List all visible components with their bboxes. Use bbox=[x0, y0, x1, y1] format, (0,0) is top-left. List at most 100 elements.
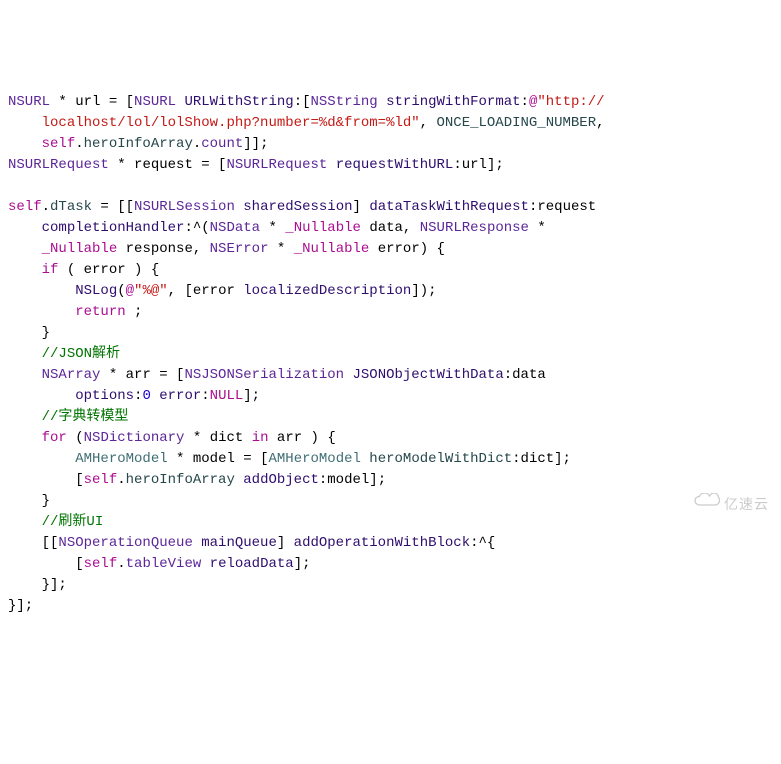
code-text: url = [ bbox=[75, 94, 134, 110]
code-method: addObject bbox=[235, 472, 319, 488]
code-indent bbox=[8, 409, 42, 425]
code-text: } bbox=[42, 493, 50, 509]
code-indent bbox=[8, 115, 42, 131]
code-text: arr ) { bbox=[269, 430, 336, 446]
code-comment: //字典转模型 bbox=[42, 409, 129, 425]
code-property: dTask bbox=[50, 199, 92, 215]
code-op: * bbox=[260, 220, 285, 236]
code-property: count bbox=[201, 136, 243, 152]
code-indent bbox=[8, 346, 42, 362]
code-null: NULL bbox=[210, 388, 244, 404]
code-indent bbox=[8, 388, 75, 404]
code-text: :[ bbox=[294, 94, 311, 110]
watermark: 亿速云 bbox=[674, 472, 769, 536]
code-method: requestWithURL bbox=[327, 157, 453, 173]
code-method: heroModelWithDict bbox=[361, 451, 512, 467]
code-nullable: _Nullable bbox=[42, 241, 118, 257]
code-self: self bbox=[84, 556, 118, 572]
code-type: NSError bbox=[210, 241, 269, 257]
cloud-icon bbox=[674, 472, 720, 536]
code-method: localizedDescription bbox=[243, 283, 411, 299]
code-indent bbox=[8, 451, 75, 467]
code-text: ( error ) { bbox=[58, 262, 159, 278]
code-text: dict bbox=[210, 430, 252, 446]
code-indent bbox=[8, 283, 75, 299]
code-method: mainQueue bbox=[193, 535, 277, 551]
code-type: NSDictionary bbox=[84, 430, 185, 446]
code-method: JSONObjectWithData bbox=[344, 367, 504, 383]
code-property: heroInfoArray bbox=[126, 472, 235, 488]
code-indent bbox=[8, 514, 42, 530]
code-text: : bbox=[504, 367, 512, 383]
code-self: self bbox=[42, 136, 76, 152]
code-indent bbox=[8, 241, 42, 257]
code-indent bbox=[8, 136, 42, 152]
code-text: ( bbox=[117, 283, 125, 299]
code-text: : bbox=[201, 388, 209, 404]
code-text: ] bbox=[353, 199, 370, 215]
code-text: , bbox=[420, 115, 437, 131]
code-text: [ bbox=[75, 472, 83, 488]
code-number: 0 bbox=[142, 388, 150, 404]
code-op: * bbox=[100, 367, 125, 383]
code-string: "http:// bbox=[537, 94, 604, 110]
code-text: :^( bbox=[184, 220, 209, 236]
code-type: NSArray bbox=[42, 367, 101, 383]
code-string: "%@" bbox=[134, 283, 168, 299]
code-type: NSURL bbox=[8, 94, 50, 110]
code-op: * bbox=[268, 241, 293, 257]
watermark-text: 亿速云 bbox=[724, 494, 769, 515]
code-type: AMHeroModel bbox=[75, 451, 167, 467]
code-type: NSURLRequest bbox=[8, 157, 109, 173]
code-indent bbox=[8, 220, 42, 236]
code-op: * bbox=[184, 430, 209, 446]
code-text: url]; bbox=[462, 157, 504, 173]
code-comment: //JSON解析 bbox=[42, 346, 120, 362]
code-text: [[ bbox=[42, 535, 59, 551]
code-text: [ bbox=[75, 556, 83, 572]
code-function: NSLog bbox=[75, 283, 117, 299]
code-indent bbox=[8, 304, 75, 320]
code-text: dict]; bbox=[521, 451, 571, 467]
code-text: arr = [ bbox=[126, 367, 185, 383]
code-indent bbox=[8, 430, 42, 446]
code-type: NSData bbox=[210, 220, 260, 236]
code-text: ]]; bbox=[243, 136, 268, 152]
code-text: , bbox=[596, 115, 604, 131]
code-text: ( bbox=[67, 430, 84, 446]
code-keyword: for bbox=[42, 430, 67, 446]
code-type: NSOperationQueue bbox=[58, 535, 192, 551]
code-indent bbox=[8, 367, 42, 383]
code-method: stringWithFormat bbox=[378, 94, 521, 110]
code-text: ]; bbox=[243, 388, 260, 404]
code-keyword: in bbox=[252, 430, 269, 446]
code-method: addOperationWithBlock bbox=[294, 535, 470, 551]
code-method: error bbox=[159, 388, 201, 404]
code-text: }]; bbox=[8, 598, 33, 614]
code-indent bbox=[8, 493, 42, 509]
code-op: * bbox=[50, 94, 75, 110]
code-keyword: return bbox=[75, 304, 125, 320]
code-method: reloadData bbox=[201, 556, 293, 572]
code-text: model]; bbox=[327, 472, 386, 488]
code-text: . bbox=[75, 136, 83, 152]
code-indent bbox=[8, 472, 75, 488]
code-text: ; bbox=[126, 304, 143, 320]
code-indent bbox=[8, 325, 42, 341]
code-text: : bbox=[453, 157, 461, 173]
code-type: AMHeroModel bbox=[268, 451, 360, 467]
code-text: data bbox=[512, 367, 546, 383]
code-const: ONCE_LOADING_NUMBER bbox=[436, 115, 596, 131]
code-text: . bbox=[117, 556, 125, 572]
code-type: NSJSONSerialization bbox=[184, 367, 344, 383]
code-text: . bbox=[42, 199, 50, 215]
code-text: : bbox=[521, 94, 529, 110]
code-self: self bbox=[8, 199, 42, 215]
code-indent bbox=[8, 262, 42, 278]
code-property: tableView bbox=[126, 556, 202, 572]
code-method: options bbox=[75, 388, 134, 404]
code-text: :^{ bbox=[470, 535, 495, 551]
code-type: NSURLSession bbox=[134, 199, 235, 215]
code-text: data, bbox=[361, 220, 420, 236]
code-self: self bbox=[84, 472, 118, 488]
